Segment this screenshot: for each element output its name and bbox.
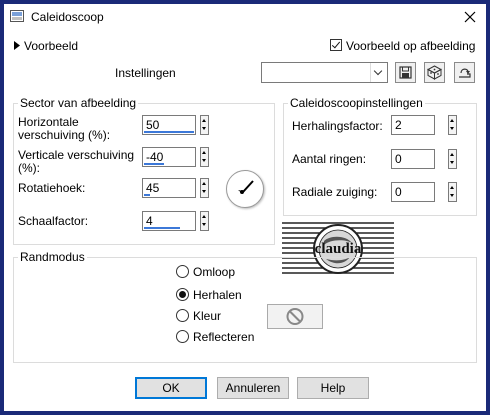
spin-up-icon[interactable] xyxy=(449,116,456,125)
vertical-shift-spinner[interactable] xyxy=(200,147,209,167)
scale-spinner[interactable] xyxy=(200,211,209,231)
settings-dropdown[interactable] xyxy=(261,62,388,83)
spin-down-icon[interactable] xyxy=(201,221,208,230)
vertical-shift-input[interactable] xyxy=(142,147,196,167)
randomize-button[interactable] xyxy=(424,62,445,83)
horizontal-shift-spinner[interactable] xyxy=(200,115,209,135)
spin-up-icon[interactable] xyxy=(201,148,208,157)
dialog-window: Caleidoscoop Voorbeeld Voorbeeld op afbe… xyxy=(4,4,486,411)
ring-count-spinner[interactable] xyxy=(448,149,457,169)
spin-up-icon[interactable] xyxy=(449,150,456,159)
save-preset-button[interactable] xyxy=(395,62,416,83)
edge-herhalen-radio[interactable] xyxy=(176,288,189,301)
edge-kleur-label[interactable]: Kleur xyxy=(193,309,221,323)
horizontal-shift-input[interactable] xyxy=(142,115,196,135)
spin-up-icon[interactable] xyxy=(201,212,208,221)
ring-count-label: Aantal ringen: xyxy=(292,152,367,166)
scale-input[interactable] xyxy=(142,211,196,231)
repeat-factor-field[interactable] xyxy=(392,116,434,134)
edge-reflecteren-radio[interactable] xyxy=(176,330,189,343)
spin-down-icon[interactable] xyxy=(449,125,456,134)
preview-on-image-label[interactable]: Voorbeeld op afbeelding xyxy=(346,39,475,53)
rotation-spinner[interactable] xyxy=(200,178,209,198)
app-icon xyxy=(10,10,24,22)
horizontal-shift-bar xyxy=(144,131,194,133)
rotation-dial[interactable] xyxy=(226,170,264,208)
expand-arrow-icon[interactable] xyxy=(14,41,20,50)
preview-label[interactable]: Voorbeeld xyxy=(24,39,78,53)
sector-group-title: Sector van afbeelding xyxy=(18,96,139,110)
rotation-bar xyxy=(144,194,150,196)
chevron-down-icon[interactable] xyxy=(370,63,387,82)
radial-suction-input[interactable] xyxy=(391,182,435,202)
spin-up-icon[interactable] xyxy=(201,179,208,188)
reset-icon xyxy=(459,68,471,78)
svg-text:claudia: claudia xyxy=(315,241,362,257)
radial-suction-spinner[interactable] xyxy=(448,182,457,202)
spin-down-icon[interactable] xyxy=(449,192,456,201)
vertical-shift-label: Verticale verschuiving (%): xyxy=(18,148,135,175)
edge-omloop-radio[interactable] xyxy=(176,265,189,278)
dial-needle-icon xyxy=(238,180,254,194)
repeat-factor-label: Herhalingsfactor: xyxy=(292,119,383,133)
window-title: Caleidoscoop xyxy=(31,10,104,24)
edge-mode-group xyxy=(13,257,477,363)
edge-color-swatch[interactable] xyxy=(267,304,323,329)
close-icon[interactable] xyxy=(460,7,480,27)
rotation-label: Rotatiehoek: xyxy=(18,181,86,195)
repeat-factor-input[interactable] xyxy=(391,115,435,135)
spin-down-icon[interactable] xyxy=(201,157,208,166)
dice-icon xyxy=(426,65,443,80)
title-bar: Caleidoscoop xyxy=(4,4,486,30)
floppy-icon xyxy=(399,66,412,79)
preview-on-image-checkbox[interactable] xyxy=(330,39,342,51)
spin-down-icon[interactable] xyxy=(449,159,456,168)
radial-suction-label: Radiale zuiging: xyxy=(292,185,378,199)
horizontal-shift-label: Horizontale verschuiving (%): xyxy=(18,115,111,142)
help-button[interactable]: Help xyxy=(297,377,369,399)
edge-omloop-label[interactable]: Omloop xyxy=(193,265,235,279)
cancel-button[interactable]: Annuleren xyxy=(217,377,289,399)
spin-down-icon[interactable] xyxy=(201,125,208,134)
scale-label: Schaalfactor: xyxy=(18,214,89,228)
no-color-icon xyxy=(286,308,304,325)
settings-label: Instellingen xyxy=(115,66,176,80)
edge-reflecteren-label[interactable]: Reflecteren xyxy=(193,330,254,344)
vertical-shift-bar xyxy=(144,163,164,165)
scale-bar xyxy=(144,227,180,229)
edge-herhalen-label[interactable]: Herhalen xyxy=(193,288,242,302)
ring-count-field[interactable] xyxy=(392,150,434,168)
ok-button[interactable]: OK xyxy=(135,377,207,399)
kaleidoscope-group-title: Caleidoscoopinstellingen xyxy=(288,96,425,110)
edge-kleur-radio[interactable] xyxy=(176,309,189,322)
spin-up-icon[interactable] xyxy=(201,116,208,125)
spin-up-icon[interactable] xyxy=(449,183,456,192)
rotation-field[interactable] xyxy=(143,179,195,197)
repeat-factor-spinner[interactable] xyxy=(448,115,457,135)
rotation-input[interactable] xyxy=(142,178,196,198)
edge-mode-group-title: Randmodus xyxy=(18,250,87,264)
ring-count-input[interactable] xyxy=(391,149,435,169)
reset-button[interactable] xyxy=(454,62,475,83)
spin-down-icon[interactable] xyxy=(201,188,208,197)
radial-suction-field[interactable] xyxy=(392,183,434,201)
